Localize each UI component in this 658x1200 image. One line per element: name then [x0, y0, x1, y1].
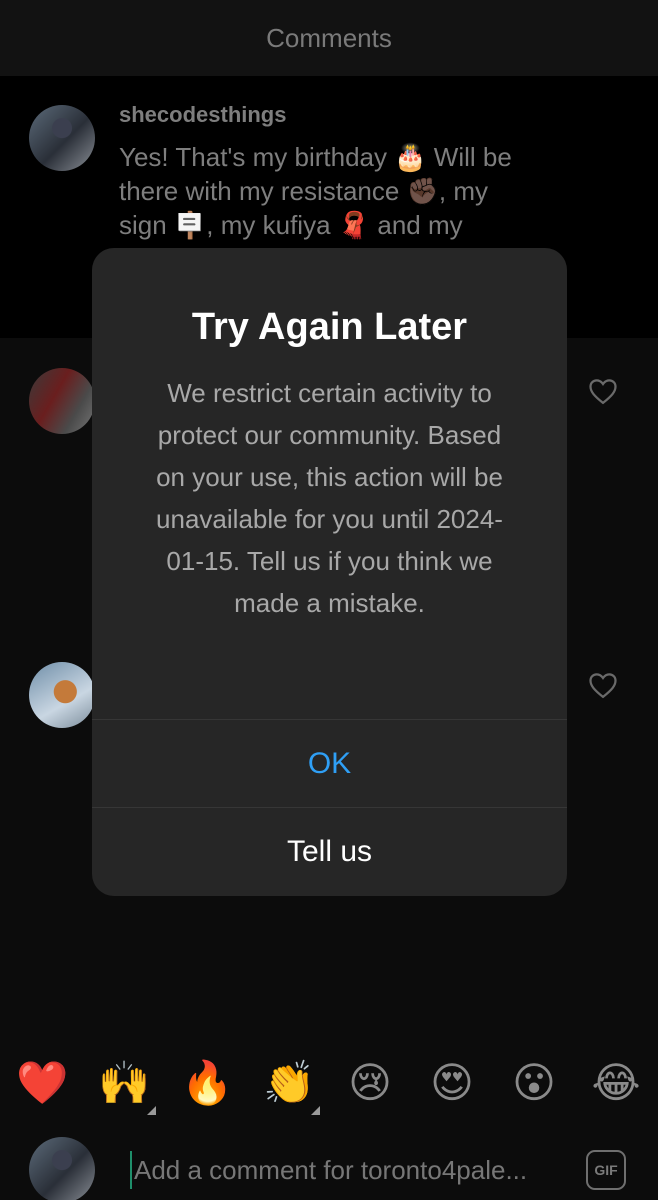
comment-username[interactable]: shecodesthings	[119, 102, 286, 128]
current-user-avatar	[29, 1137, 95, 1200]
heart-eyes-emoji-button[interactable]: 😍	[427, 1058, 477, 1108]
skin-tone-variant-icon	[311, 1106, 320, 1115]
avatar[interactable]	[29, 368, 95, 434]
header: Comments	[0, 0, 658, 76]
tell-us-button[interactable]: Tell us	[92, 808, 567, 896]
like-heart-icon[interactable]	[588, 377, 618, 405]
comment-composer: GIF	[0, 1130, 658, 1200]
comment-text: Yes! That's my birthday 🎂 Will be there …	[119, 142, 512, 240]
restriction-dialog: Try Again Later We restrict certain acti…	[92, 248, 567, 896]
comment-input[interactable]	[134, 1152, 564, 1188]
red-heart-emoji-button[interactable]: ❤️	[16, 1058, 68, 1108]
ok-button[interactable]: OK	[92, 720, 567, 808]
crying-face-emoji-button[interactable]: 😢	[345, 1058, 395, 1108]
clapping-hands-emoji-button[interactable]: 👏	[263, 1058, 315, 1108]
dialog-title: Try Again Later	[191, 306, 468, 348]
raising-hands-emoji-button[interactable]: 🙌	[98, 1058, 150, 1108]
avatar[interactable]	[29, 662, 95, 728]
page-title: Comments	[266, 22, 392, 53]
avatar[interactable]	[29, 105, 95, 171]
text-caret	[130, 1151, 132, 1189]
dialog-message: We restrict certain activity to protect …	[156, 378, 503, 618]
fire-emoji-button[interactable]: 🔥	[181, 1058, 233, 1108]
skin-tone-variant-icon	[147, 1106, 156, 1115]
surprised-face-emoji-button[interactable]: 😮	[509, 1058, 559, 1108]
gif-button[interactable]: GIF	[586, 1150, 626, 1190]
tears-of-joy-emoji-button[interactable]: 😂	[591, 1058, 641, 1108]
like-heart-icon[interactable]	[588, 671, 618, 699]
emoji-quick-reactions: ❤️ 🙌 🔥 👏 😢 😍 😮 😂	[0, 1036, 658, 1130]
